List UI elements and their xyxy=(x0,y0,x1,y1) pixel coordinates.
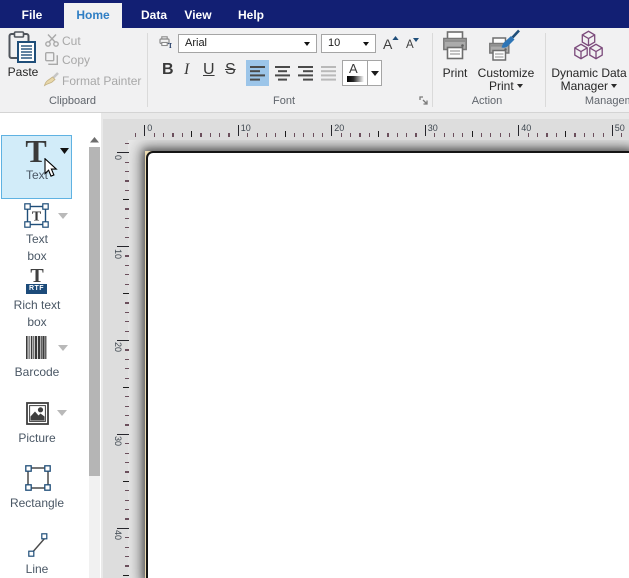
svg-text:T: T xyxy=(32,210,42,225)
svg-text:T: T xyxy=(168,42,172,48)
